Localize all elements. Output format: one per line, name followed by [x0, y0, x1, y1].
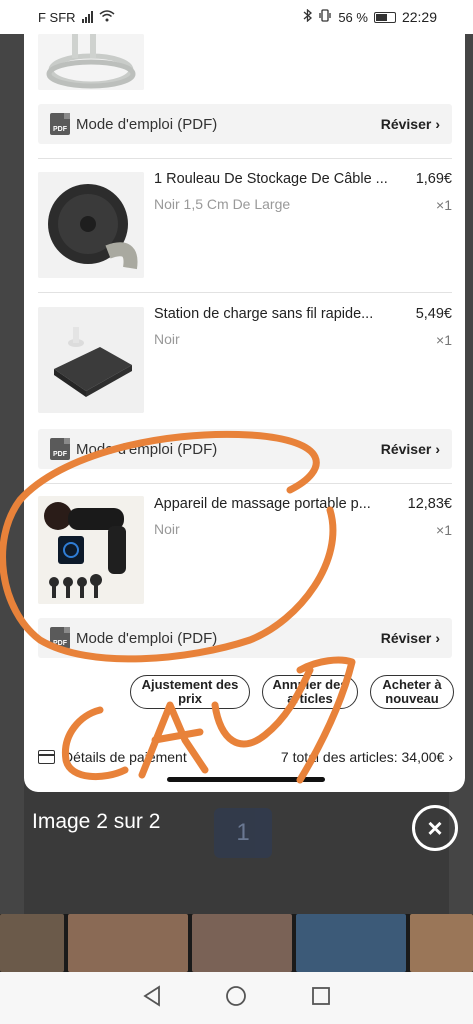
manual-pdf-row[interactable]: PDF Mode d'emploi (PDF) Réviser › [38, 429, 452, 469]
battery-icon [373, 11, 396, 23]
manual-pdf-label: Mode d'emploi (PDF) [76, 440, 218, 458]
chevron-right-icon: › [448, 749, 453, 765]
payment-details-row[interactable]: Détails de paiement 7 total des articles… [24, 734, 465, 780]
item-price: 5,49€ [415, 306, 452, 322]
buy-again-button[interactable]: Acheter à nouveau [370, 675, 454, 709]
thumbnail[interactable] [0, 914, 64, 972]
chevron-right-icon: › [435, 116, 440, 132]
image-counter: Image 2 sur 2 [32, 810, 161, 833]
pdf-icon: PDF [50, 627, 70, 649]
order-total: 7 total des articles: 34,00€ [280, 749, 445, 765]
item-variant: Noir 1,5 Cm De Large [154, 196, 291, 212]
page-indicator: 1 [214, 808, 272, 858]
item-quantity: ×1 [436, 332, 452, 348]
product-image-massage-gun[interactable] [38, 496, 144, 604]
review-button[interactable]: Réviser › [381, 441, 440, 457]
cancel-items-button[interactable]: Annuler des articles [262, 675, 358, 709]
system-nav-bar [0, 972, 473, 1024]
divider [38, 483, 452, 484]
signal-icon [81, 11, 93, 23]
home-button[interactable] [225, 985, 247, 1012]
product-image-cable-roll[interactable] [38, 172, 144, 278]
item-quantity: ×1 [436, 197, 452, 213]
pdf-icon: PDF [50, 113, 70, 135]
card-icon [38, 750, 55, 764]
item-title[interactable]: Appareil de massage portable p... [154, 496, 404, 512]
divider [38, 158, 452, 159]
status-bar: F SFR 56 % 22:29 [0, 0, 473, 34]
recent-apps-button[interactable] [311, 986, 331, 1011]
manual-pdf-row[interactable]: PDF Mode d'emploi (PDF) Réviser › [38, 104, 452, 144]
carrier-label: F SFR [38, 9, 76, 25]
product-image-charging-station[interactable] [38, 307, 144, 413]
manual-pdf-label: Mode d'emploi (PDF) [76, 629, 218, 647]
vibrate-icon [318, 9, 332, 25]
thumbnail-strip [0, 914, 473, 972]
item-variant: Noir [154, 331, 180, 347]
item-variant: Noir [154, 521, 180, 537]
pdf-icon: PDF [50, 438, 70, 460]
close-icon: × [427, 812, 443, 843]
item-price: 1,69€ [415, 171, 452, 187]
wifi-icon [99, 9, 115, 25]
review-button[interactable]: Réviser › [381, 630, 440, 646]
background-edge-left [0, 34, 24, 914]
payment-details-label: Détails de paiement [63, 749, 187, 765]
thumbnail[interactable] [68, 914, 188, 972]
price-adjustment-button[interactable]: Ajustement des prix [130, 675, 250, 709]
item-title[interactable]: 1 Rouleau De Stockage De Câble ... [154, 171, 404, 187]
chevron-right-icon: › [435, 441, 440, 457]
review-button[interactable]: Réviser › [381, 116, 440, 132]
bluetooth-icon [303, 8, 313, 25]
home-indicator [167, 777, 325, 782]
chevron-right-icon: › [435, 630, 440, 646]
manual-pdf-row[interactable]: PDF Mode d'emploi (PDF) Réviser › [38, 618, 452, 658]
image-viewer: PDF Mode d'emploi (PDF) Réviser › 1 Roule… [24, 34, 465, 792]
thumbnail[interactable] [410, 914, 473, 972]
item-quantity: ×1 [436, 522, 452, 538]
item-price: 12,83€ [407, 496, 452, 512]
close-button[interactable]: × [412, 805, 458, 851]
back-button[interactable] [142, 984, 162, 1012]
battery-percent: 56 % [338, 9, 368, 25]
divider [38, 292, 452, 293]
clock: 22:29 [401, 9, 437, 25]
thumbnail[interactable] [296, 914, 406, 972]
thumbnail[interactable] [192, 914, 292, 972]
manual-pdf-label: Mode d'emploi (PDF) [76, 115, 218, 133]
item-title[interactable]: Station de charge sans fil rapide... [154, 306, 404, 322]
product-image-cable[interactable] [38, 34, 144, 90]
